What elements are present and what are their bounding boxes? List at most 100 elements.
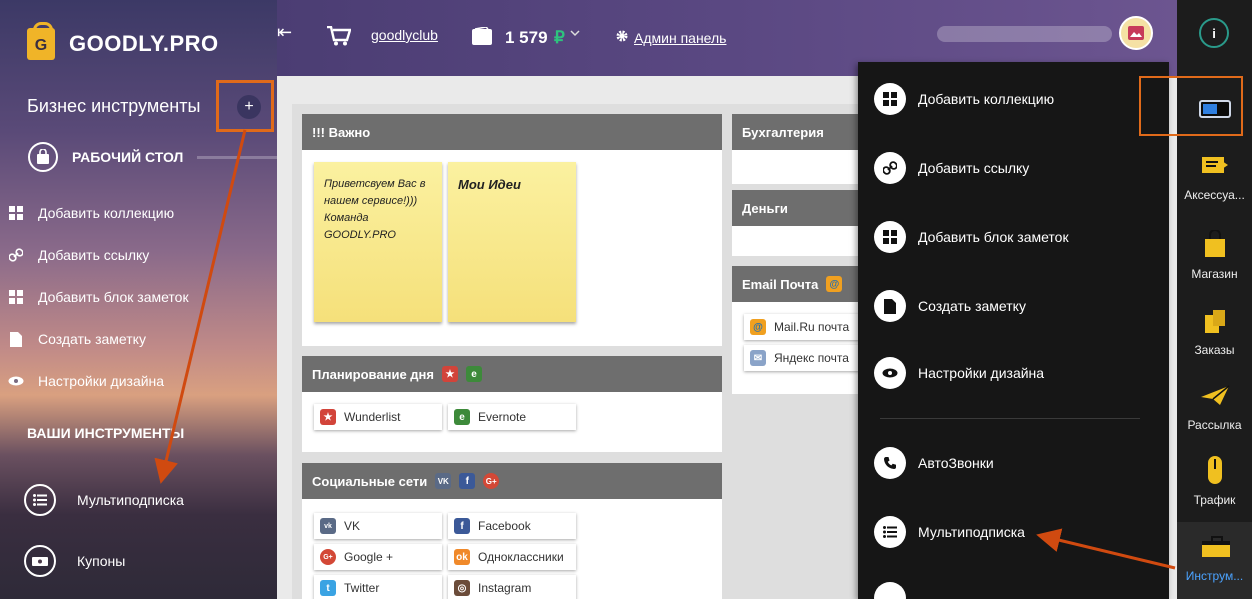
rail-item-mailing[interactable]: Рассылка [1177, 380, 1252, 432]
panel-header[interactable]: Планирование дня ★ e [302, 356, 722, 392]
odnoklassniki-icon: ok [454, 549, 470, 565]
rail-item-tools[interactable]: Инструм... [1177, 531, 1252, 583]
cart-icon[interactable] [327, 26, 351, 46]
panel-email: Email Почта @ @ Mail.Ru почта ✉ Яндекс п… [732, 266, 872, 394]
panel-planning: Планирование дня ★ e ★ Wunderlist e Ever… [302, 356, 722, 452]
chevron-down-icon[interactable] [570, 30, 580, 37]
sidebar-item-create-note[interactable]: Создать заметку [8, 331, 146, 347]
menu-item-add-link[interactable]: Добавить ссылку [874, 152, 1029, 184]
sidebar-section-title: Бизнес инструменты [27, 96, 201, 116]
note-icon [874, 290, 906, 322]
sticky-note[interactable]: Мои Идеи [448, 162, 576, 322]
logo-text: GOODLY.PRO [69, 31, 219, 56]
panel-title: Социальные сети [312, 473, 428, 489]
info-icon[interactable]: i [1199, 18, 1229, 48]
panel-title[interactable]: Бухгалтерия [732, 114, 872, 150]
link-twitter[interactable]: t Twitter [314, 575, 442, 599]
panel-title[interactable]: !!! Важно [302, 114, 722, 150]
link-google-plus[interactable]: G+ Google + [314, 544, 442, 570]
menu-item-create-note[interactable]: Создать заметку [874, 290, 1026, 322]
sidebar-item-label: Добавить коллекцию [38, 205, 175, 221]
collapse-sidebar-icon[interactable]: ⇤ [277, 22, 292, 43]
google-plus-icon: G+ [483, 473, 500, 489]
evernote-icon: e [454, 409, 470, 425]
menu-divider [880, 418, 1140, 419]
sidebar-item-design-settings[interactable]: Настройки дизайна [8, 373, 164, 389]
link-facebook[interactable]: f Facebook [448, 513, 576, 539]
rail-item-shop[interactable]: Магазин [1177, 229, 1252, 281]
logo[interactable]: G GOODLY.PRO [27, 22, 219, 60]
link-icon [8, 247, 24, 263]
rail-item-traffic[interactable]: Трафик [1177, 455, 1252, 507]
google-plus-icon: G+ [320, 549, 336, 565]
menu-item-design-settings[interactable]: Настройки дизайна [874, 357, 1044, 389]
panel-social: Социальные сети VK f G+ vk VK f Facebook… [302, 463, 722, 599]
left-sidebar: G GOODLY.PRO Бизнес инструменты + РАБОЧИ… [0, 0, 277, 599]
link-evernote[interactable]: e Evernote [448, 404, 576, 430]
sidebar-item-label: Создать заметку [38, 331, 146, 347]
link-mailru[interactable]: @ Mail.Ru почта [744, 314, 872, 340]
eye-icon [8, 373, 24, 389]
grid-icon [874, 83, 906, 115]
highlight-box-add-button [216, 80, 274, 132]
at-sign-icon: @ [826, 276, 843, 292]
instagram-icon: ◎ [454, 580, 470, 596]
menu-item-add-collection[interactable]: Добавить коллекцию [874, 83, 1054, 115]
coupon-icon [24, 545, 56, 577]
rail-item-orders[interactable]: Заказы [1177, 305, 1252, 357]
link-odnoklassniki[interactable]: ok Одноклассники [448, 544, 576, 570]
panel-title[interactable]: Деньги [732, 190, 872, 226]
wallet-icon[interactable] [472, 27, 494, 45]
shop-link[interactable]: goodlyclub [371, 27, 438, 43]
panel-header[interactable]: Email Почта @ [732, 266, 872, 302]
your-tools-label: ВАШИ ИНСТРУМЕНТЫ [27, 425, 185, 441]
tools-dropdown-menu: Добавить коллекцию Добавить ссылку Добав… [858, 62, 1169, 599]
at-sign-icon: @ [750, 319, 766, 335]
menu-item-add-notes-block[interactable]: Добавить блок заметок [874, 221, 1069, 253]
orders-icon [1200, 305, 1230, 335]
sidebar-item-add-collection[interactable]: Добавить коллекцию [8, 205, 174, 221]
panel-accounting: Бухгалтерия [732, 114, 872, 184]
balance-amount[interactable]: 1 579 [505, 28, 548, 48]
currency-symbol: ₽ [554, 28, 565, 47]
toolbox-icon [1200, 531, 1230, 561]
wunderlist-icon: ★ [320, 409, 336, 425]
link-wunderlist[interactable]: ★ Wunderlist [314, 404, 442, 430]
shop-bag-icon [1200, 229, 1230, 259]
link-vk[interactable]: vk VK [314, 513, 442, 539]
panel-header[interactable]: Социальные сети VK f G+ [302, 463, 722, 499]
sidebar-item-label: Настройки дизайна [38, 373, 165, 389]
sidebar-tool-coupons[interactable]: Купоны [24, 545, 125, 577]
avatar[interactable] [1119, 16, 1153, 50]
vk-icon: VK [435, 473, 452, 489]
eye-icon [874, 357, 906, 389]
sidebar-item-label: Добавить блок заметок [38, 289, 189, 305]
admin-panel-link[interactable]: Админ панель [634, 30, 726, 46]
desktop-label: РАБОЧИЙ СТОЛ [72, 149, 184, 165]
highlight-box-toggle [1139, 76, 1243, 136]
link-yandex-mail[interactable]: ✉ Яндекс почта [744, 345, 872, 371]
menu-item-partial[interactable] [874, 582, 918, 599]
rail-item-accessories[interactable]: Аксессуа... [1177, 150, 1252, 202]
sidebar-tool-multisubscription[interactable]: Мультиподписка [24, 484, 184, 516]
sidebar-item-add-notes-block[interactable]: Добавить блок заметок [8, 289, 189, 305]
accessories-icon [1200, 150, 1230, 180]
panel-title: Email Почта [742, 276, 819, 292]
panel-money: Деньги [732, 190, 872, 256]
sticky-note[interactable]: Приветсвуем Вас в нашем сервисе!))) Кома… [314, 162, 442, 322]
sidebar-item-add-link[interactable]: Добавить ссылку [8, 247, 149, 263]
dashboard-content: !!! Важно Приветсвуем Вас в нашем сервис… [292, 104, 872, 599]
evernote-icon: e [465, 366, 482, 382]
gear-icon [616, 30, 628, 42]
twitter-icon: t [320, 580, 336, 596]
link-instagram[interactable]: ◎ Instagram [448, 575, 576, 599]
menu-item-autocalls[interactable]: АвтоЗвонки [874, 447, 994, 479]
tool-label: Мультиподписка [77, 492, 184, 508]
list-icon [24, 484, 56, 516]
grid-icon [8, 205, 24, 221]
menu-item-multisubscription[interactable]: Мультиподписка [874, 516, 1025, 548]
desktop-row[interactable]: РАБОЧИЙ СТОЛ [28, 141, 277, 173]
link-icon [874, 152, 906, 184]
logo-bag-icon: G [27, 22, 55, 60]
list-icon [874, 516, 906, 548]
